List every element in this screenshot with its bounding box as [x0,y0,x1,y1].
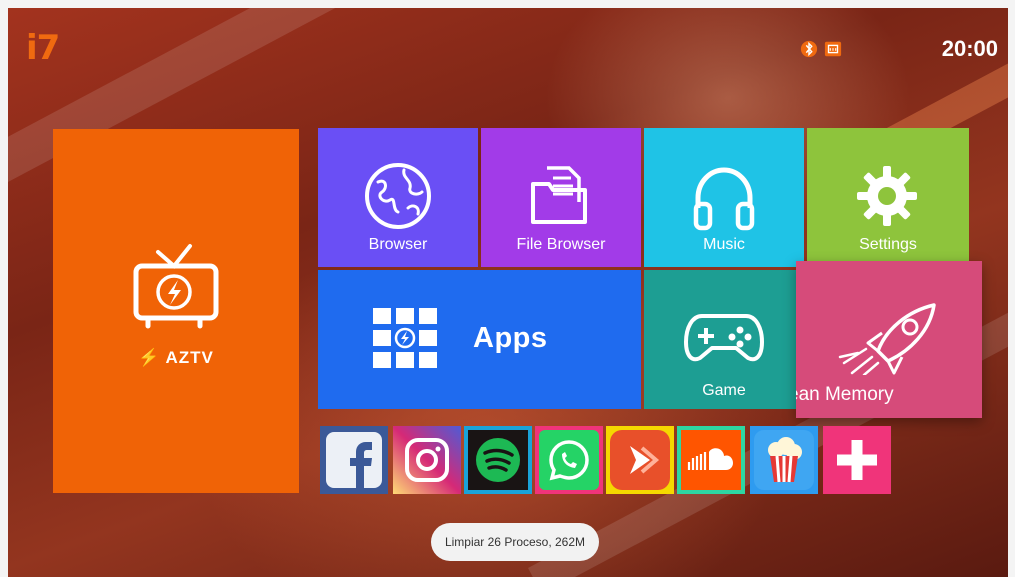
lightning-icon: ⚡ [138,348,161,367]
globe-icon [365,163,431,229]
tile-clean-memory-label: ean Memory [796,384,894,405]
add-app-button[interactable] [823,426,891,494]
headphones-icon [693,167,755,231]
tile-settings[interactable]: Settings [807,128,969,267]
tile-aztv-label: ⚡ AZTV [138,348,214,367]
status-icons [800,40,842,58]
folder-icon [531,166,587,224]
facebook-app[interactable] [320,426,388,494]
facebook-icon [326,432,382,488]
aptoide-icon [610,430,670,490]
rocket-icon [838,303,936,375]
tile-aztv[interactable]: ⚡ AZTV [53,129,299,493]
instagram-icon [405,438,449,482]
tile-music-label: Music [703,236,745,253]
aptoide-app[interactable] [606,426,674,494]
tile-browser[interactable]: Browser [318,128,478,267]
spotify-app[interactable] [464,426,532,494]
gear-icon [857,166,917,226]
apps-grid-icon [373,308,437,368]
tv-lightning-icon [133,244,219,329]
soundcloud-icon [681,430,741,490]
tile-game-label: Game [702,382,746,399]
soundcloud-app[interactable] [677,426,745,494]
clock: 20:00 [941,36,998,61]
plus-icon [837,440,877,480]
popcorn-icon [754,430,814,490]
bluetooth-icon [800,40,818,58]
popcorn-app[interactable] [750,426,818,494]
whatsapp-icon [539,430,599,490]
tile-settings-label: Settings [859,236,917,253]
tile-game[interactable]: Game [644,270,804,409]
tile-apps-label: Apps [473,322,548,354]
tile-file-browser[interactable]: File Browser [481,128,641,267]
spotify-icon [468,430,528,490]
tile-music[interactable]: Music [644,128,804,267]
home-screen: i7 20:00 ⚡ AZTV Browser File Browser Mus… [8,8,1008,577]
brand-logo: i7 [26,28,60,68]
tile-browser-label: Browser [368,236,428,253]
toast-message: Limpiar 26 Proceso, 262M [431,523,599,561]
tile-clean-memory[interactable]: ean Memory [796,261,982,418]
tile-file-browser-label: File Browser [516,236,606,253]
tile-apps[interactable]: Apps [318,270,641,409]
ethernet-icon [824,40,842,58]
instagram-app[interactable] [393,426,461,494]
gamepad-icon [684,314,764,362]
whatsapp-app[interactable] [535,426,603,494]
